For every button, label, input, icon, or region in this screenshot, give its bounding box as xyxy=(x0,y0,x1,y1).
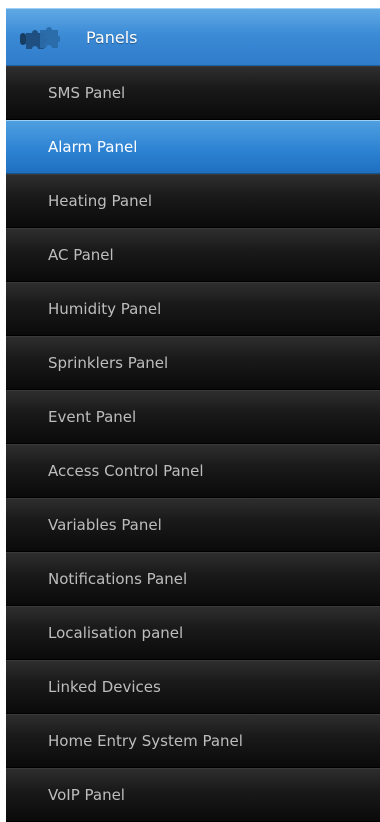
menu-item-label: Localisation panel xyxy=(48,624,184,642)
panels-menu: Panels SMS Panel Alarm Panel Heating Pan… xyxy=(6,8,380,822)
puzzle-icon xyxy=(20,27,60,49)
panels-menu-list: SMS Panel Alarm Panel Heating Panel AC P… xyxy=(6,66,380,822)
menu-item-linked-devices[interactable]: Linked Devices xyxy=(6,660,380,714)
menu-item-label: AC Panel xyxy=(48,246,114,264)
menu-item-event-panel[interactable]: Event Panel xyxy=(6,390,380,444)
menu-item-label: Alarm Panel xyxy=(48,138,138,156)
menu-item-label: Home Entry System Panel xyxy=(48,732,243,750)
menu-item-label: Humidity Panel xyxy=(48,300,162,318)
menu-item-label: Sprinklers Panel xyxy=(48,354,169,372)
menu-item-sprinklers-panel[interactable]: Sprinklers Panel xyxy=(6,336,380,390)
menu-item-label: Heating Panel xyxy=(48,192,153,210)
panels-header-label: Panels xyxy=(86,27,138,47)
menu-item-sms-panel[interactable]: SMS Panel xyxy=(6,66,380,120)
menu-item-heating-panel[interactable]: Heating Panel xyxy=(6,174,380,228)
menu-item-variables-panel[interactable]: Variables Panel xyxy=(6,498,380,552)
menu-item-voip-panel[interactable]: VoIP Panel xyxy=(6,768,380,822)
menu-item-label: Variables Panel xyxy=(48,516,162,534)
menu-item-label: SMS Panel xyxy=(48,84,126,102)
menu-item-label: Notifications Panel xyxy=(48,570,188,588)
menu-item-access-control-panel[interactable]: Access Control Panel xyxy=(6,444,380,498)
menu-item-label: Event Panel xyxy=(48,408,137,426)
menu-item-notifications-panel[interactable]: Notifications Panel xyxy=(6,552,380,606)
menu-item-humidity-panel[interactable]: Humidity Panel xyxy=(6,282,380,336)
menu-item-localisation-panel[interactable]: Localisation panel xyxy=(6,606,380,660)
panels-header[interactable]: Panels xyxy=(6,8,380,66)
menu-item-home-entry-system-panel[interactable]: Home Entry System Panel xyxy=(6,714,380,768)
menu-item-ac-panel[interactable]: AC Panel xyxy=(6,228,380,282)
menu-item-label: Access Control Panel xyxy=(48,462,204,480)
menu-item-alarm-panel[interactable]: Alarm Panel xyxy=(6,120,380,174)
menu-item-label: Linked Devices xyxy=(48,678,161,696)
menu-item-label: VoIP Panel xyxy=(48,786,125,804)
